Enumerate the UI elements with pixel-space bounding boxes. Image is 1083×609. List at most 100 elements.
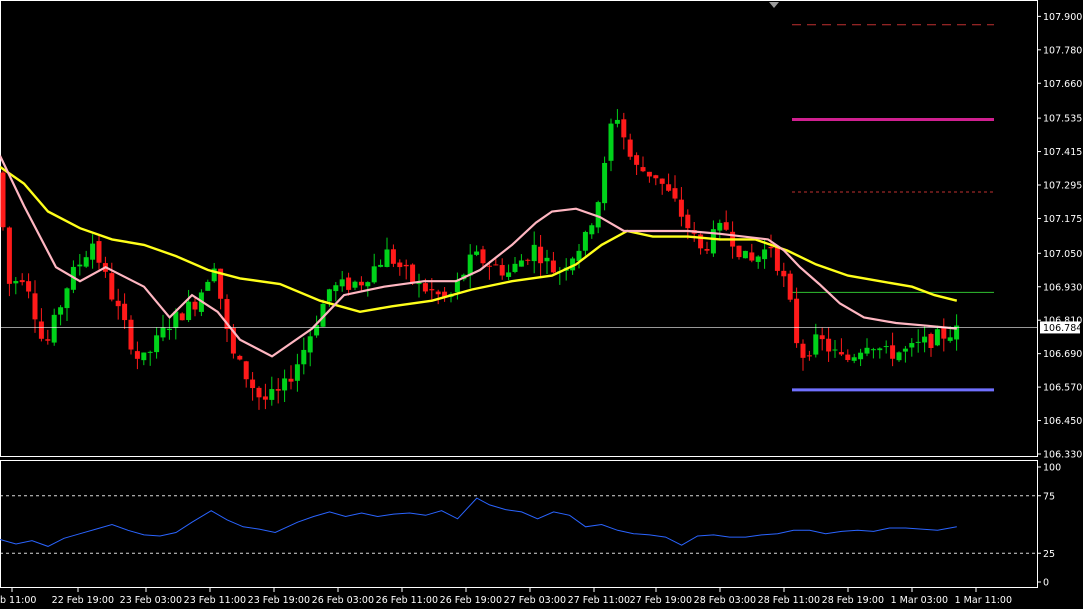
candle-body (346, 277, 352, 290)
time-tick-label: 1 Mar 03:00 (891, 595, 948, 606)
candle-body (941, 327, 947, 339)
candle-body (806, 355, 812, 357)
candle-body (723, 222, 729, 230)
time-tick-label: 28 Feb 03:00 (694, 595, 756, 606)
candle-body (378, 264, 384, 267)
candle-body (915, 341, 921, 343)
candle-body (493, 264, 499, 266)
candle-body (256, 387, 262, 398)
candle-body (762, 249, 768, 260)
price-tick-label: 106.930 (1043, 282, 1082, 293)
time-tick-label: 23 Feb 03:00 (120, 595, 182, 606)
candle-body (646, 171, 652, 177)
candle-body (909, 343, 915, 348)
candle-body (787, 273, 793, 300)
candle-body (26, 281, 32, 292)
candle-body (166, 328, 172, 331)
candle-body (685, 214, 691, 229)
candle-body (550, 260, 556, 273)
candle-body (45, 339, 51, 341)
candle-body (538, 246, 544, 264)
candle-body (339, 279, 345, 287)
candle-body (896, 352, 902, 361)
candle-body (864, 347, 870, 354)
candle-body (371, 266, 377, 283)
candle-body (486, 265, 492, 267)
time-tick-label: 23 Feb 19:00 (248, 595, 310, 606)
candle-body (589, 225, 595, 235)
candle-body (90, 243, 96, 260)
candle-body (186, 301, 192, 321)
candle-body (64, 288, 70, 309)
candle-body (365, 282, 371, 287)
candle-body (58, 307, 64, 315)
time-tick-label: 26 Feb 19:00 (440, 595, 502, 606)
candle-body (115, 300, 121, 307)
indicator-tick-label: 0 (1043, 578, 1049, 589)
candle-body (781, 270, 787, 277)
candle-body (128, 319, 134, 350)
time-tick-label: 27 Feb 03:00 (504, 595, 566, 606)
candle-body (352, 281, 358, 288)
candle-body (890, 345, 896, 359)
candle-body (845, 354, 851, 361)
price-tick-label: 107.900 (1043, 12, 1082, 23)
candle-body (326, 289, 332, 302)
candle-body (922, 336, 928, 343)
time-axis: b 11:00 22 Feb 19:00 23 Feb 03:00 23 Feb 11… (0, 588, 1012, 606)
candle-body (480, 249, 486, 264)
chart-shift-marker[interactable] (769, 2, 779, 8)
price-tick-label: 106.690 (1043, 349, 1082, 360)
candle-body (179, 313, 185, 321)
candle-body (282, 378, 288, 391)
candle-body (800, 343, 806, 358)
candle-body (602, 162, 608, 204)
candle-body (506, 272, 512, 277)
indicator-line (0, 497, 957, 547)
candle-body (621, 119, 627, 138)
candle-body (141, 352, 147, 361)
candle-body (877, 348, 883, 351)
price-tick-label: 107.415 (1043, 147, 1082, 158)
candle-body (96, 241, 102, 263)
indicator-panel-frame (0, 460, 1038, 588)
price-tick-label: 107.295 (1043, 181, 1082, 192)
candle-body (512, 263, 518, 272)
candle-body (250, 379, 256, 389)
indicator-tick-label: 75 (1043, 491, 1055, 502)
candle-body (77, 264, 83, 267)
candle-body (813, 334, 819, 355)
price-tick-label: 106.570 (1043, 383, 1082, 394)
candle-body (390, 249, 396, 264)
candle-body (275, 389, 281, 391)
candle-body (749, 252, 755, 261)
price-tick-label: 107.660 (1043, 79, 1082, 90)
candle-body (768, 246, 774, 249)
candle-body (934, 329, 940, 346)
price-chart[interactable]: 107.900 107.780 107.660 107.535 107.415 107.2… (0, 0, 1083, 609)
candle-body (832, 349, 838, 351)
candle-body (704, 248, 710, 251)
time-tick-label: 1 Mar 11:00 (955, 595, 1012, 606)
candle-body (154, 335, 160, 353)
time-tick-label: 26 Feb 03:00 (312, 595, 374, 606)
candle-body (947, 337, 953, 341)
price-tick-label: 106.450 (1043, 416, 1082, 427)
indicator-axis: 100 75 25 0 (1037, 463, 1061, 589)
candle-body (870, 349, 876, 351)
candle-body (608, 123, 614, 161)
price-tick-label: 107.535 (1043, 114, 1082, 125)
candle-body (474, 251, 480, 255)
candlestick-series (0, 109, 960, 410)
current-price-tag: 106.784 (1040, 321, 1082, 334)
candle-body (134, 351, 140, 359)
candle-body (333, 285, 339, 292)
indicator-tick-label: 100 (1043, 463, 1061, 474)
candle-body (301, 349, 307, 365)
candle-body (192, 301, 198, 310)
candle-body (384, 249, 390, 267)
indicator-levels (0, 495, 1037, 554)
candle-body (774, 247, 780, 271)
candle-body (755, 256, 761, 262)
candle-body (0, 172, 6, 228)
